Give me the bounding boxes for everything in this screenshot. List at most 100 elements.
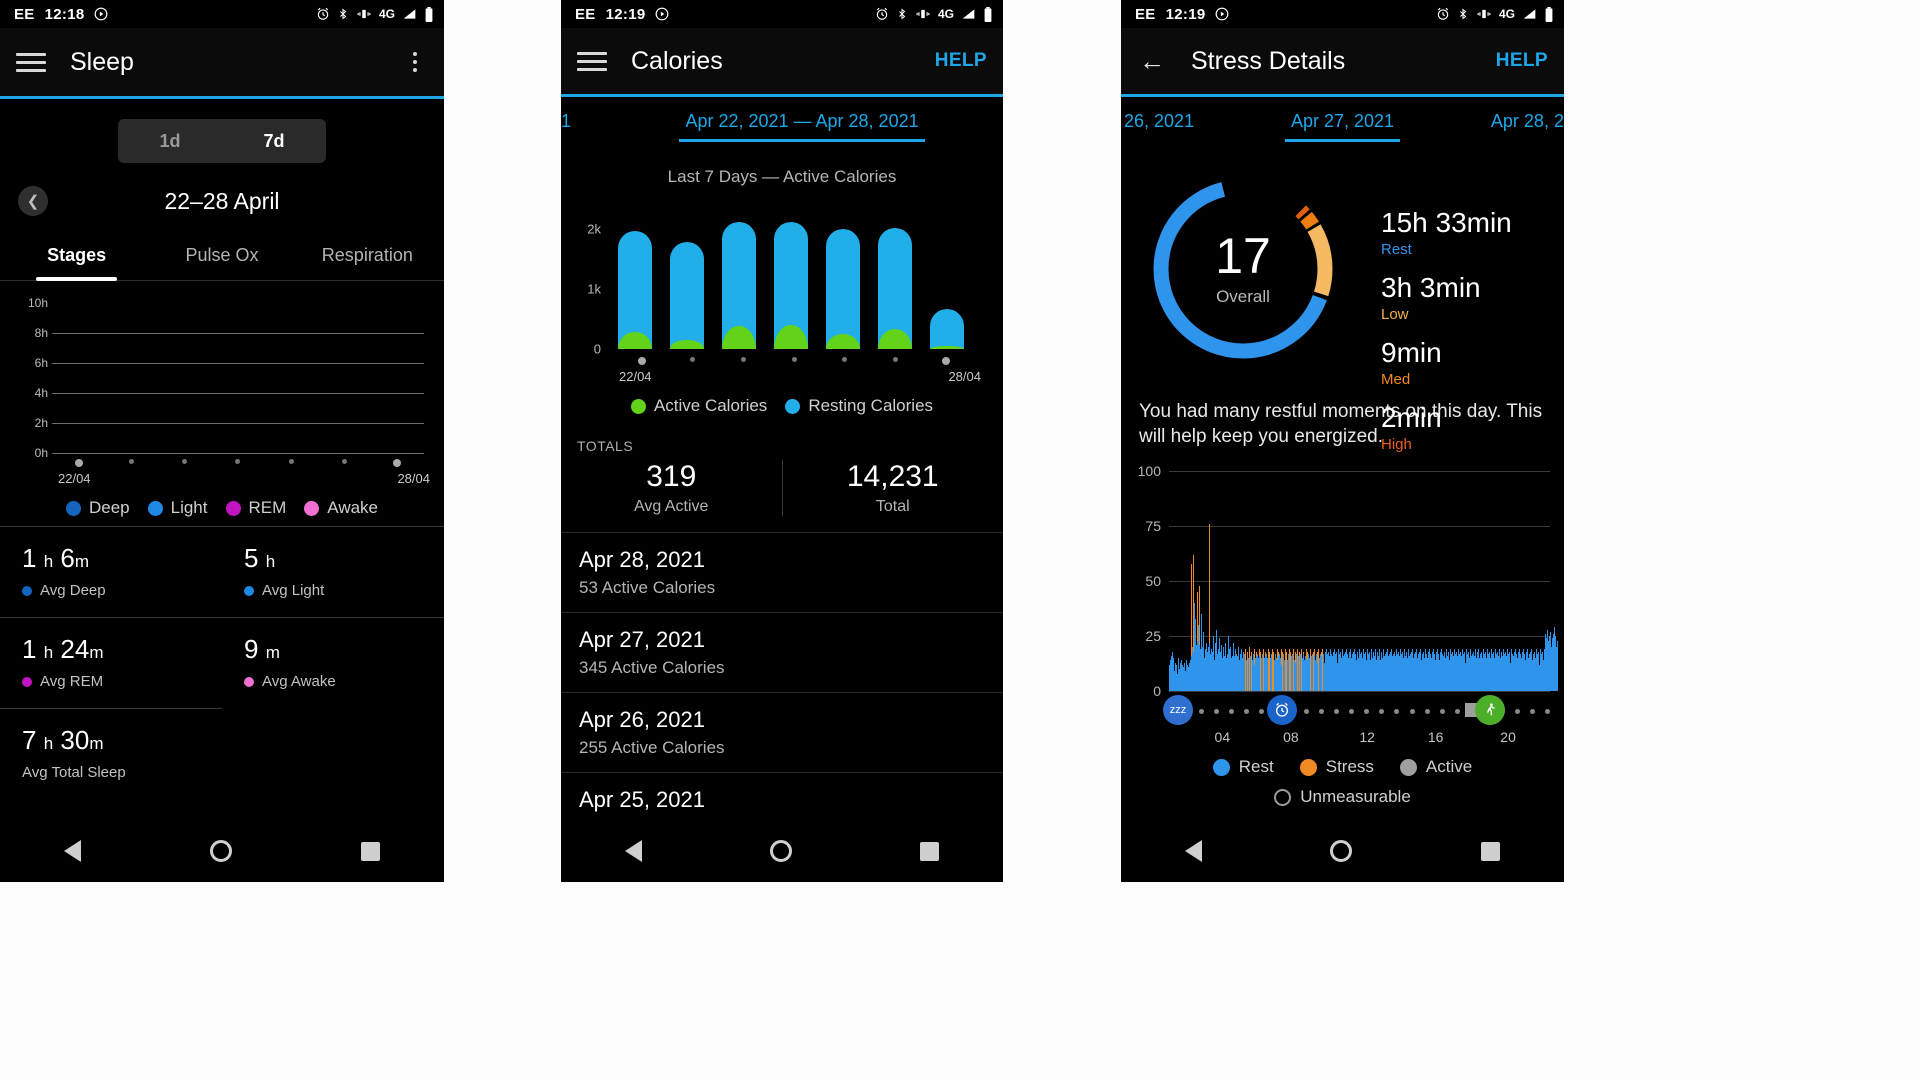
- help-button[interactable]: HELP: [935, 50, 987, 72]
- bar-resting-calories: [825, 228, 861, 349]
- list-item[interactable]: Apr 26, 2021 255 Active Calories: [561, 693, 1003, 773]
- y-tick-2k: 2k: [587, 221, 601, 237]
- nav-back-icon[interactable]: [64, 840, 82, 862]
- tab-pulse-ox[interactable]: Pulse Ox: [149, 233, 294, 280]
- legend-swatch: [1274, 788, 1292, 806]
- android-nav-bar: [561, 820, 1003, 882]
- alarm-clock-icon[interactable]: [1267, 695, 1297, 726]
- nav-back-icon[interactable]: [625, 840, 642, 862]
- legend-item-active: Active: [1399, 757, 1472, 777]
- timeline-dot: [1229, 709, 1235, 715]
- sleep-zzz-icon[interactable]: zᴢᴢ: [1163, 695, 1193, 726]
- stress-summary: 17 Overall 15h 33min Rest 3h 3min Low 9m…: [1121, 169, 1564, 453]
- tab-respiration[interactable]: Respiration: [295, 233, 440, 280]
- list-item[interactable]: Apr 27, 2021 345 Active Calories: [561, 613, 1003, 693]
- stress-score-value: 17: [1215, 228, 1271, 284]
- nav-back-icon[interactable]: [1185, 840, 1203, 862]
- hour-label-08: 08: [1283, 729, 1299, 746]
- week-current-label[interactable]: Apr 22, 2021 — Apr 28, 2021: [679, 111, 925, 142]
- page-title: Calories: [631, 46, 723, 75]
- stat-avg-total-sleep: 7 h 30m Avg Total Sleep: [0, 708, 222, 799]
- legend-item-deep: Deep: [65, 498, 130, 518]
- nav-recents-icon[interactable]: [360, 841, 380, 861]
- stress-breakdown: 15h 33min Rest 3h 3min Low 9min Med 2min…: [1381, 207, 1554, 467]
- sleep-stages-chart: 10h 8h 6h 4h 2h 0h: [8, 296, 436, 460]
- week-prev-label[interactable]: 2021: [561, 111, 571, 132]
- hamburger-menu-icon[interactable]: [577, 47, 607, 76]
- range-option-1d[interactable]: 1d: [118, 119, 222, 163]
- timeline-hour-labels: 04 08 12 16 20: [1169, 729, 1550, 747]
- stress-donut: 17 Overall: [1143, 169, 1343, 369]
- carrier-label: EE: [14, 5, 35, 23]
- hamburger-menu-icon[interactable]: [16, 48, 46, 77]
- day-dot: [842, 357, 848, 362]
- x-label-end: 28/04: [948, 369, 981, 384]
- stat-value: 7: [22, 725, 37, 755]
- day-dot: [740, 357, 746, 362]
- day-dot: [892, 357, 898, 362]
- breakdown-med: 9min Med: [1381, 337, 1554, 388]
- nav-recents-icon[interactable]: [1480, 841, 1500, 861]
- range-option-7d[interactable]: 7d: [222, 119, 326, 163]
- stat-unit: h: [43, 643, 54, 662]
- gridline: [52, 453, 424, 454]
- timeline-dot: [1544, 709, 1550, 715]
- chart-column: [105, 303, 158, 453]
- y-tick-6h: 6h: [34, 356, 48, 370]
- chart-column: [661, 209, 713, 349]
- timeline-dot: [1529, 709, 1535, 715]
- breakdown-value: 3h 3min: [1381, 272, 1481, 303]
- chart-column: [52, 303, 105, 453]
- vibrate-icon: [915, 7, 931, 21]
- nav-home-icon[interactable]: [209, 840, 232, 862]
- legend-label: Deep: [88, 498, 130, 517]
- running-activity-icon[interactable]: [1475, 695, 1505, 726]
- carrier-label: EE: [1135, 5, 1156, 23]
- battery-icon: [983, 6, 993, 22]
- back-arrow-icon[interactable]: ←: [1137, 46, 1167, 76]
- stat-value: 1: [22, 634, 37, 664]
- stat-swatch: [22, 676, 32, 687]
- stat-value: 9: [244, 634, 259, 664]
- vibrate-icon: [1476, 7, 1492, 21]
- tab-stages[interactable]: Stages: [4, 233, 149, 281]
- sleep-chart-x-labels: 22/04 28/04: [0, 467, 444, 486]
- page-title: Stress Details: [1191, 46, 1346, 75]
- y-tick-0: 0: [593, 341, 601, 357]
- day-tab-prev[interactable]: Apr 26, 2021: [1121, 111, 1194, 132]
- stats-row: 7 h 30m Avg Total Sleep: [0, 708, 444, 799]
- legend-item-light: Light: [147, 498, 208, 518]
- bar-resting-calories: [773, 221, 809, 349]
- kebab-menu-icon[interactable]: [402, 52, 428, 72]
- nav-home-icon[interactable]: [770, 840, 792, 862]
- nav-home-icon[interactable]: [1330, 840, 1353, 862]
- stress-score-label: Overall: [1216, 287, 1270, 306]
- day-date: Apr 26, 2021: [579, 707, 705, 732]
- day-dot: [182, 459, 188, 464]
- range-toggle[interactable]: 1d 7d: [118, 119, 326, 163]
- breakdown-label: Med: [1381, 371, 1411, 388]
- day-dot: [235, 459, 241, 464]
- legend-label: Resting Calories: [808, 396, 934, 415]
- chart-column: [765, 209, 817, 349]
- day-tab-next[interactable]: Apr 28, 2021: [1491, 111, 1564, 132]
- legend-item-rem: REM: [225, 498, 286, 518]
- status-clock: 12:19: [605, 5, 646, 23]
- timeline-dot: [1334, 709, 1340, 715]
- breakdown-rest: 15h 33min Rest: [1381, 207, 1554, 258]
- chart-column: [869, 209, 921, 349]
- list-item[interactable]: Apr 28, 2021 53 Active Calories: [561, 533, 1003, 613]
- stat-unit-2: m: [89, 643, 104, 662]
- timeline-dot: [1439, 709, 1445, 715]
- x-label-end: 28/04: [397, 471, 430, 486]
- day-tab-current[interactable]: Apr 27, 2021: [1284, 111, 1401, 142]
- stress-timeline-chart: 100 75 50 25 0: [1127, 463, 1557, 699]
- day-tabs: Apr 26, 2021 Apr 27, 2021 Apr 28, 2021: [1121, 97, 1564, 145]
- alarm-icon: [1436, 7, 1450, 21]
- nav-recents-icon[interactable]: [920, 841, 939, 861]
- screenshot-stage: EE 12:18 4G Sleep 1d 7d ❮ 22–28 April St…: [0, 0, 1920, 1080]
- chart-column: [158, 303, 211, 453]
- android-nav-bar: [0, 820, 444, 882]
- help-button[interactable]: HELP: [1496, 50, 1548, 72]
- legend-item-rest: Rest: [1212, 757, 1274, 777]
